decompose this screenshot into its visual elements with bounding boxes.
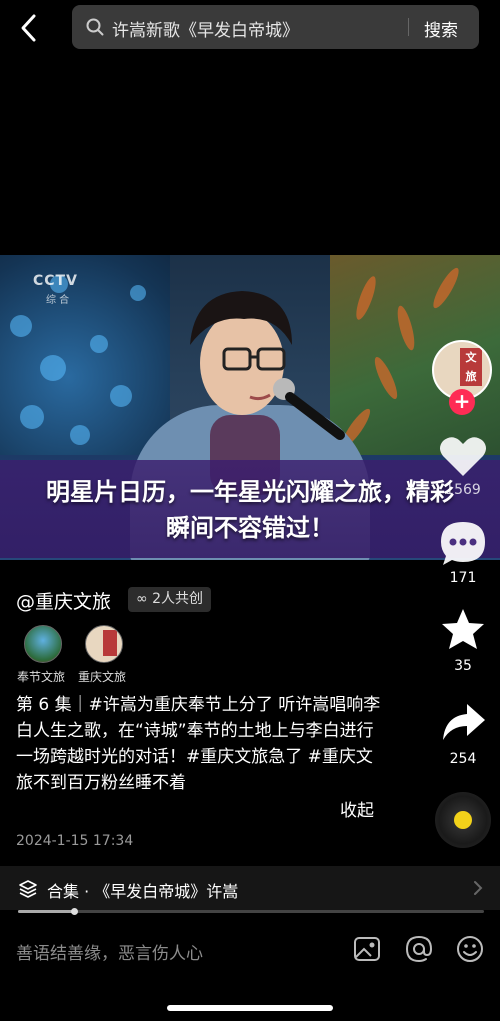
chevron-right-icon [474, 881, 483, 895]
favorite-count: 35 [454, 658, 472, 674]
comment-count: 171 [449, 570, 477, 586]
cctv-logo: CCTV [33, 273, 78, 289]
cocreator-label[interactable]: 重庆文旅 [78, 668, 126, 685]
emoji-icon[interactable] [455, 934, 485, 964]
chevron-left-icon [21, 14, 36, 42]
channel-sub-label: 综 合 [46, 295, 70, 306]
mention-icon[interactable] [404, 934, 434, 964]
search-input[interactable]: 许嵩新歌《早发白帝城》 [112, 16, 299, 41]
progress-knob[interactable] [70, 908, 78, 915]
progress-fill [18, 910, 74, 913]
publish-date: 2024-1-15 17:34 [16, 833, 134, 849]
search-button[interactable]: 搜索 [424, 16, 458, 41]
heart-icon[interactable] [437, 430, 489, 482]
follow-button[interactable]: + [449, 389, 475, 415]
video-progress-bar[interactable] [18, 908, 484, 915]
share-icon[interactable] [437, 696, 489, 748]
comment-icon[interactable] [437, 518, 489, 570]
collection-bar[interactable]: 合集 · 《早发白帝城》许嵩 [0, 866, 500, 910]
collection-title: 合集 · 《早发白帝城》许嵩 [47, 882, 239, 901]
cocreator-avatar[interactable] [85, 625, 123, 663]
collapse-link[interactable]: 收起 [340, 796, 374, 821]
image-icon[interactable] [352, 934, 382, 964]
video-description: 第 6 集｜#许嵩为重庆奉节上分了 听许嵩唱响李白人生之歌，在“诗城”奉节的土地… [16, 695, 381, 793]
music-disc[interactable] [435, 792, 491, 848]
comment-input[interactable]: 善语结善缘，恶言伤人心 [16, 939, 203, 964]
back-button[interactable] [14, 12, 46, 44]
search-bar[interactable]: 许嵩新歌《早发白帝城》 搜索 [72, 5, 479, 49]
layers-icon [19, 880, 37, 898]
cocreator-avatar[interactable] [24, 625, 62, 663]
search-icon [86, 18, 104, 36]
star-icon[interactable] [437, 604, 489, 656]
avatar-badge: 文旅 [460, 348, 482, 386]
cocreate-badge[interactable]: ∞ 2人共创 [128, 587, 212, 612]
video-title: 明星片日历，一年星光闪耀之旅，精彩瞬间不容错过！ [46, 478, 454, 542]
home-indicator [167, 1005, 333, 1011]
share-count: 254 [449, 751, 477, 767]
cocreator-label[interactable]: 奉节文旅 [17, 668, 65, 685]
disc-center [454, 811, 472, 829]
microphone-icon [273, 378, 345, 440]
search-divider [408, 18, 409, 36]
like-count: 1569 [445, 482, 481, 498]
author-name[interactable]: @重庆文旅 [16, 587, 111, 614]
